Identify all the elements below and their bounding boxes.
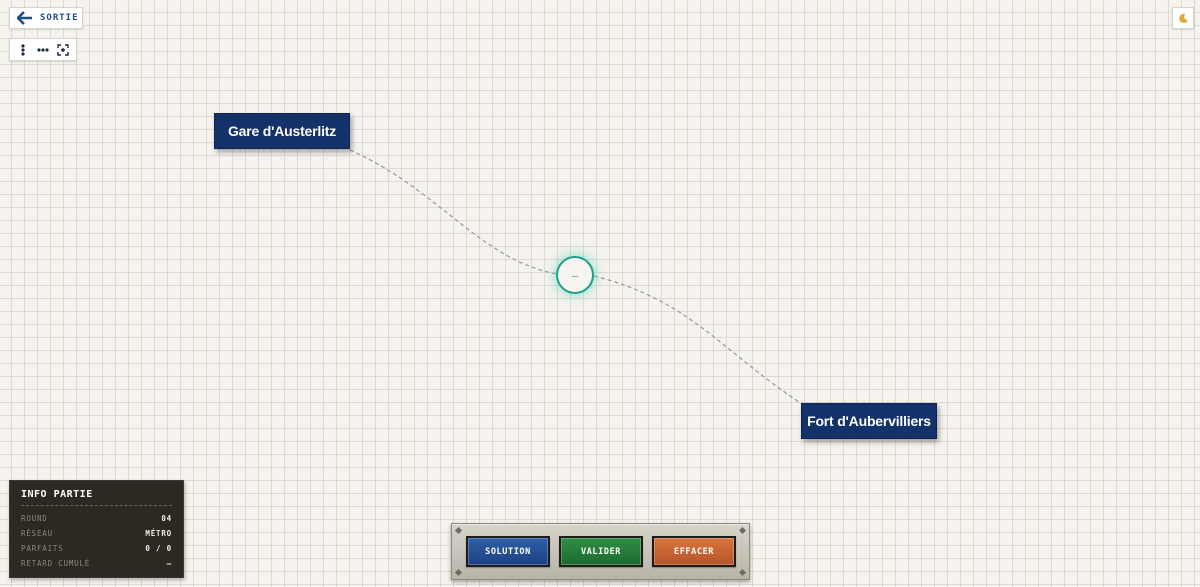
exit-label: SORTIE — [40, 13, 79, 23]
exit-button[interactable]: SORTIE — [9, 7, 83, 29]
vertical-layout-icon — [21, 43, 25, 56]
screw-icon — [738, 526, 747, 535]
info-row-delay: RETARD CUMULÉ — — [21, 556, 172, 571]
info-key: ROUND — [21, 514, 48, 523]
info-row-perfects: PARFAITS 0 / 0 — [21, 541, 172, 556]
info-row-round: ROUND 04 — [21, 511, 172, 526]
track-segment-1 — [349, 149, 558, 275]
info-value: 04 — [161, 514, 172, 523]
station-end[interactable]: Fort d'Aubervilliers — [801, 403, 937, 439]
info-value: — — [166, 559, 172, 568]
theme-toggle-button[interactable] — [1172, 7, 1194, 29]
horizontal-layout-button[interactable] — [34, 41, 52, 59]
screw-icon — [454, 526, 463, 535]
station-start[interactable]: Gare d'Austerlitz — [214, 113, 350, 149]
info-value: MÉTRO — [145, 529, 172, 538]
moon-icon — [1178, 13, 1188, 23]
layout-toolbar — [9, 38, 77, 61]
info-value: 0 / 0 — [145, 544, 172, 553]
validate-button[interactable]: VALIDER — [559, 536, 643, 567]
action-console: SOLUTION VALIDER EFFACER — [451, 523, 750, 580]
screw-icon — [454, 568, 463, 577]
solution-button[interactable]: SOLUTION — [466, 536, 550, 567]
info-key: RETARD CUMULÉ — [21, 559, 91, 568]
game-info-panel: INFO PARTIE ROUND 04 RÉSEAU MÉTRO PARFAI… — [9, 480, 184, 578]
fit-view-icon — [57, 43, 69, 56]
info-panel-title: INFO PARTIE — [21, 489, 172, 506]
vertical-layout-button[interactable] — [14, 41, 32, 59]
fit-view-button[interactable] — [54, 41, 72, 59]
info-row-network: RÉSEAU MÉTRO — [21, 526, 172, 541]
horizontal-layout-icon — [37, 47, 49, 52]
track-segment-2 — [593, 275, 803, 405]
junction-label: — — [571, 268, 579, 282]
info-key: RÉSEAU — [21, 529, 53, 538]
junction-node[interactable]: — — [556, 256, 594, 294]
screw-icon — [738, 568, 747, 577]
info-key: PARFAITS — [21, 544, 64, 553]
clear-button[interactable]: EFFACER — [652, 536, 736, 567]
arrow-left-icon — [17, 11, 32, 25]
